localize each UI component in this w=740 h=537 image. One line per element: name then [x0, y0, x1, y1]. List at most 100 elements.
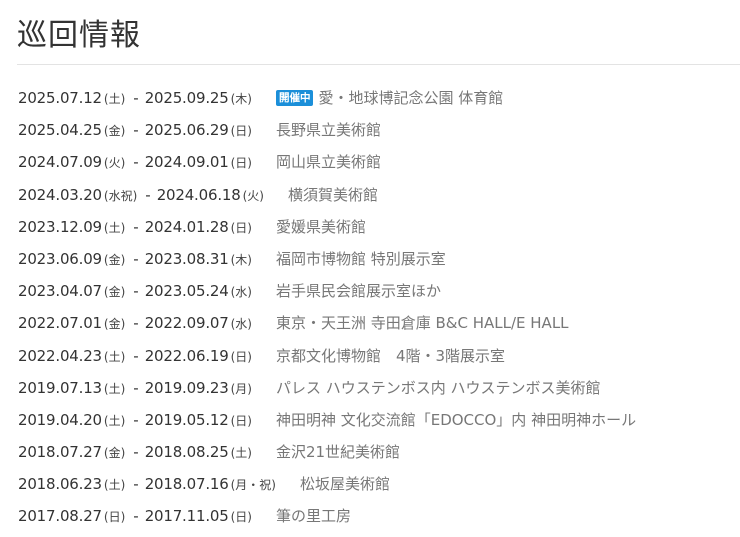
range-separator: - [133, 121, 139, 140]
venue: 神田明神 文化交流館「EDOCCO」内 神田明神ホール [276, 411, 636, 429]
end-date: 2018.08.25 [144, 443, 229, 462]
tour-row: 2022.04.23 (土) -2022.06.19 (日) 京都文化博物館 4階・3階… [18, 344, 636, 376]
end-weekday: (木) [230, 252, 252, 267]
tour-row: 2018.06.23 (土) -2018.07.16 (月・祝) 松坂屋美術館 [18, 472, 636, 504]
end-date: 2023.08.31 [144, 249, 229, 268]
range-separator: - [133, 217, 139, 236]
end-weekday: (木) [230, 92, 252, 106]
start-date: 2024.03.20 [18, 185, 102, 204]
end-weekday: (火) [242, 188, 264, 203]
end-weekday: (日) [230, 413, 252, 428]
end-date: 2024.09.01 [144, 153, 229, 172]
range-separator: - [133, 378, 139, 397]
tour-row: 2025.07.12 (土) -2025.09.25 (木) 開催中 愛・地球博記念公園 … [18, 86, 636, 118]
venue-name: 長野県立美術館 [275, 121, 381, 140]
end-weekday: (水) [230, 285, 252, 300]
range-separator: - [145, 185, 151, 204]
tour-row: 2024.07.09 (火) -2024.09.01 (日) 岡山県立美術館 [18, 150, 636, 182]
venue: 愛媛県美術館 [276, 218, 366, 236]
start-date: 2023.06.09 [18, 249, 102, 268]
venue-name: 京都文化博物館 4階・3階展示室 [275, 346, 506, 365]
start-date: 2025.07.12 [18, 89, 102, 107]
venue: 京都文化博物館 4階・3階展示室 [276, 347, 505, 365]
range-separator: - [133, 475, 139, 494]
start-weekday: (日) [103, 510, 126, 525]
venue-name: 岩手県民会館展示室ほか [275, 282, 441, 301]
start-date: 2022.04.23 [18, 346, 102, 365]
range-separator: - [133, 89, 139, 107]
start-date: 2019.04.20 [18, 410, 102, 429]
venue: 岡山県立美術館 [276, 153, 381, 171]
range-separator: - [133, 410, 139, 429]
end-date: 2022.09.07 [144, 314, 229, 333]
end-weekday: (日) [230, 510, 252, 525]
tour-row: 2018.07.27 (金) -2018.08.25 (土) 金沢21世紀美術館 [18, 440, 636, 472]
start-weekday: (土) [103, 381, 126, 396]
venue-name: 松坂屋美術館 [299, 475, 390, 494]
tour-row: 2025.04.25 (金) -2025.06.29 (日) 長野県立美術館 [18, 118, 636, 150]
range-separator: - [133, 314, 139, 333]
start-date: 2018.06.23 [18, 475, 102, 494]
venue-name: 福岡市博物館 特別展示室 [275, 249, 446, 268]
now-showing-badge: 開催中 [275, 90, 314, 106]
start-weekday: (金) [103, 252, 126, 267]
venue: 福岡市博物館 特別展示室 [276, 250, 446, 268]
start-weekday: (金) [103, 317, 126, 332]
venue-name: 東京・天王洲 寺田倉庫 B&C HALL/E HALL [275, 314, 569, 333]
start-date: 2022.07.01 [18, 314, 102, 333]
tour-list: 2025.07.12 (土) -2025.09.25 (木) 開催中 愛・地球博記念公園 … [18, 86, 636, 537]
start-date: 2024.07.09 [18, 153, 102, 172]
end-date: 2019.05.12 [144, 410, 229, 429]
end-date: 2017.11.05 [144, 507, 229, 526]
end-date: 2024.01.28 [144, 217, 229, 236]
end-date: 2024.06.18 [156, 185, 241, 204]
start-weekday: (金) [103, 446, 126, 461]
venue: パレス ハウステンボス内 ハウステンボス美術館 [276, 379, 601, 397]
tour-row: 2022.07.01 (金) -2022.09.07 (水) 東京・天王洲 寺田倉庫 B… [18, 311, 636, 343]
start-weekday: (土) [103, 349, 126, 364]
start-weekday: (土) [103, 92, 126, 106]
end-weekday: (月) [230, 381, 252, 396]
start-weekday: (土) [103, 413, 126, 428]
venue: 金沢21世紀美術館 [276, 443, 400, 461]
venue-name: 岡山県立美術館 [275, 153, 381, 172]
start-weekday: (火) [103, 156, 126, 171]
range-separator: - [133, 507, 139, 526]
start-date: 2025.04.25 [18, 121, 102, 140]
start-date: 2023.04.07 [18, 282, 102, 301]
start-weekday: (金) [103, 124, 126, 139]
venue-name: 愛・地球博記念公園 体育館 [318, 89, 504, 107]
end-weekday: (土) [230, 446, 252, 461]
start-weekday: (金) [103, 285, 126, 300]
venue: 岩手県民会館展示室ほか [276, 282, 441, 300]
range-separator: - [133, 249, 139, 268]
end-weekday: (水) [230, 317, 252, 332]
tour-row: 2019.07.13 (土) -2019.09.23 (月) パレス ハウステンボス内 … [18, 376, 636, 408]
tour-row: 2023.06.09 (金) -2023.08.31 (木) 福岡市博物館 特別展示室 [18, 247, 636, 279]
venue: 横須賀美術館 [288, 186, 378, 204]
range-separator: - [133, 153, 139, 172]
start-date: 2023.12.09 [18, 217, 102, 236]
range-separator: - [133, 443, 139, 462]
start-date: 2019.07.13 [18, 378, 102, 397]
end-weekday: (日) [230, 220, 252, 235]
start-weekday: (水祝) [103, 188, 138, 203]
start-weekday: (土) [103, 220, 126, 235]
end-date: 2022.06.19 [144, 346, 229, 365]
venue-name: 愛媛県美術館 [275, 217, 366, 236]
end-date: 2018.07.16 [144, 475, 229, 494]
start-date: 2017.08.27 [18, 507, 102, 526]
venue: 東京・天王洲 寺田倉庫 B&C HALL/E HALL [276, 314, 569, 332]
end-weekday: (日) [230, 349, 252, 364]
start-weekday: (土) [103, 478, 126, 493]
end-date: 2023.05.24 [144, 282, 229, 301]
end-date: 2025.06.29 [144, 121, 229, 140]
venue-name: 横須賀美術館 [287, 185, 378, 204]
end-weekday: (月・祝) [230, 478, 276, 493]
tour-row: 2024.03.20 (水祝) -2024.06.18 (火) 横須賀美術館 [18, 183, 636, 215]
range-separator: - [133, 282, 139, 301]
end-weekday: (日) [230, 156, 252, 171]
venue: 松坂屋美術館 [300, 475, 390, 493]
tour-row: 2019.04.20 (土) -2019.05.12 (日) 神田明神 文化交流館「ED… [18, 408, 636, 440]
end-weekday: (日) [230, 124, 252, 139]
